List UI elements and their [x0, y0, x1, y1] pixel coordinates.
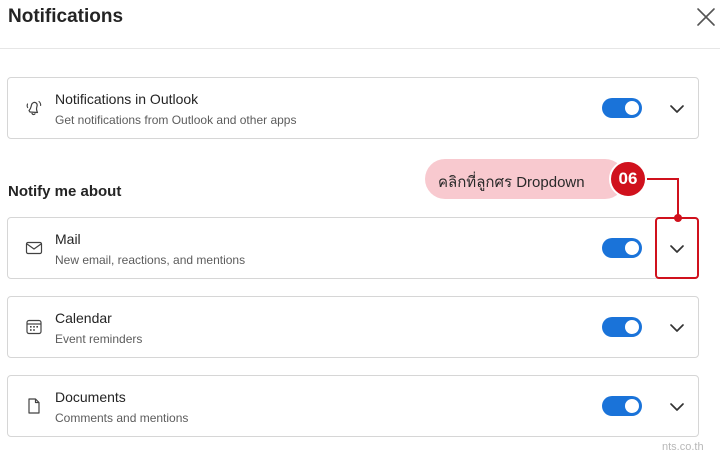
mail-title: Mail [55, 231, 81, 247]
documents-toggle[interactable] [602, 396, 642, 416]
panel-header: Notifications [0, 0, 720, 49]
toggle-knob [625, 320, 639, 334]
outlook-notifications-toggle[interactable] [602, 98, 642, 118]
mail-icon [25, 241, 43, 255]
callout-connector-line [677, 178, 679, 218]
chevron-down-icon [670, 403, 684, 411]
chevron-down-icon [670, 324, 684, 332]
instruction-callout: คลิกที่ลูกศร Dropdown [425, 159, 625, 199]
calendar-expand-button[interactable] [666, 317, 688, 339]
page-title: Notifications [8, 6, 124, 27]
documents-notifications-card: Documents Comments and mentions [7, 375, 699, 437]
documents-expand-button[interactable] [666, 396, 688, 418]
watermark: nts.co.th [662, 441, 704, 453]
bell-ringing-icon [26, 100, 42, 116]
chevron-down-icon [670, 105, 684, 113]
calendar-icon [26, 319, 42, 335]
close-button[interactable] [693, 4, 719, 30]
toggle-knob [625, 241, 639, 255]
outlook-notifications-title: Notifications in Outlook [55, 91, 199, 107]
section-title: Notify me about [8, 183, 122, 200]
dropdown-highlight-box [655, 217, 699, 279]
close-icon [697, 8, 715, 26]
documents-description: Comments and mentions [55, 411, 189, 425]
calendar-toggle[interactable] [602, 317, 642, 337]
outlook-notifications-description: Get notifications from Outlook and other… [55, 113, 297, 127]
document-icon [28, 398, 40, 414]
mail-toggle[interactable] [602, 238, 642, 258]
mail-notifications-card: Mail New email, reactions, and mentions [7, 217, 699, 279]
callout-connector-line [647, 178, 678, 180]
step-number-badge: 06 [609, 160, 647, 198]
calendar-description: Event reminders [55, 332, 143, 346]
toggle-knob [625, 399, 639, 413]
mail-description: New email, reactions, and mentions [55, 253, 246, 267]
outlook-notifications-expand-button[interactable] [666, 98, 688, 120]
calendar-notifications-card: Calendar Event reminders [7, 296, 699, 358]
documents-title: Documents [55, 389, 126, 405]
instruction-text: คลิกที่ลูกศร Dropdown [438, 174, 585, 191]
calendar-title: Calendar [55, 310, 112, 326]
outlook-notifications-card: Notifications in Outlook Get notificatio… [7, 77, 699, 139]
toggle-knob [625, 101, 639, 115]
